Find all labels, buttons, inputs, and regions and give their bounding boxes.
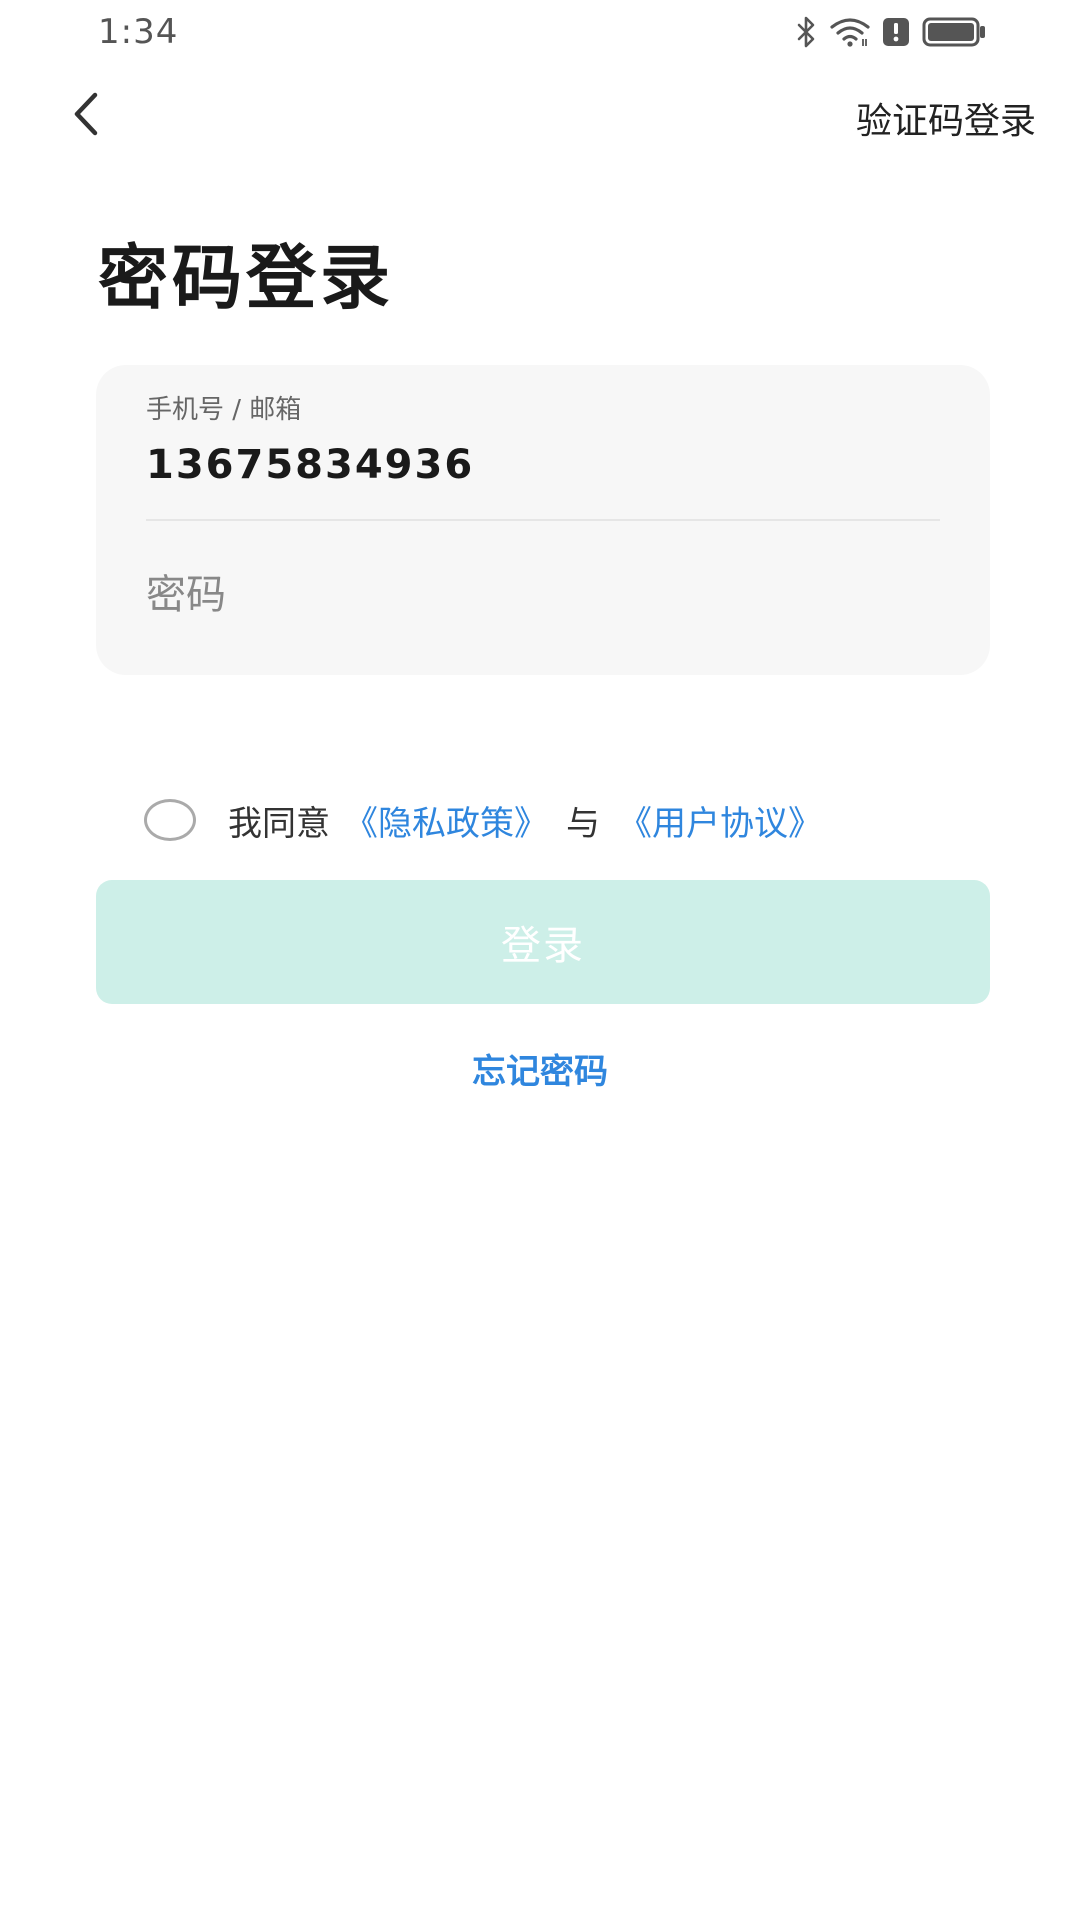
status-bar: 1:34 [0, 0, 1080, 64]
login-form-card: 手机号 / 邮箱 [96, 365, 990, 675]
wifi-icon [830, 17, 870, 47]
alert-notification-icon [882, 17, 910, 47]
privacy-policy-link[interactable]: 《隐私政策》 [344, 796, 548, 845]
chevron-left-icon [74, 92, 98, 136]
agree-text: 我同意 [228, 803, 330, 844]
bluetooth-icon [796, 16, 818, 48]
forgot-password-label[interactable]: 忘记密码 [472, 1052, 608, 1092]
agreement-row: 我同意 《隐私政策》 与 《用户协议》 [144, 794, 822, 846]
account-input[interactable] [146, 437, 936, 493]
back-button[interactable] [56, 84, 116, 144]
page-title: 密码登录 [98, 237, 394, 319]
password-input[interactable] [146, 565, 936, 625]
status-icons [796, 14, 986, 50]
login-button[interactable]: 登录 [96, 880, 990, 1004]
forgot-password-link: 忘记密码 [0, 1044, 1080, 1093]
agree-checkbox[interactable] [144, 799, 196, 841]
account-field-label: 手机号 / 邮箱 [146, 395, 302, 425]
and-text: 与 [566, 803, 600, 844]
verification-code-login-link[interactable]: 验证码登录 [856, 92, 1036, 144]
user-agreement-link[interactable]: 《用户协议》 [618, 796, 822, 845]
login-screen: 1:34 验证码登录 密码登录 手机号 / 邮箱 13675834936 我同意… [0, 0, 1080, 1920]
field-divider [146, 519, 940, 521]
battery-icon [922, 17, 986, 47]
status-time: 1:34 [98, 12, 179, 52]
